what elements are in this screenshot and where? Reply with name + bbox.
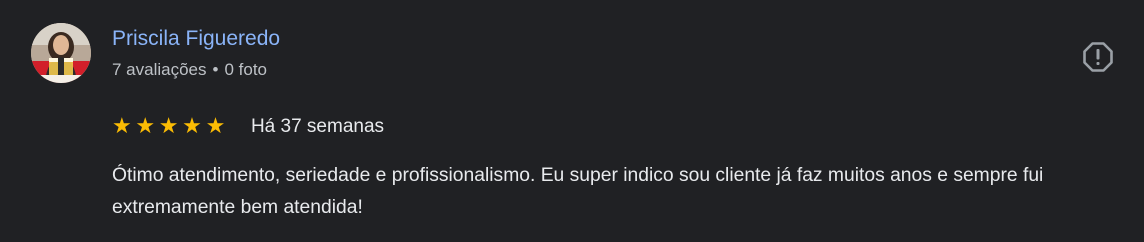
author-avatar[interactable] (31, 23, 91, 83)
avatar-photo (31, 23, 91, 83)
author-name[interactable]: Priscila Figueredo (112, 27, 280, 51)
review-text: Ótimo atendimento, seriedade e profissio… (112, 165, 1044, 218)
review-date: Há 37 semanas (250, 116, 385, 137)
photos-count: 0 foto (224, 60, 268, 79)
reviews-count: 7 avaliações (112, 60, 207, 79)
review-card: Priscila Figueredo 7 avaliações • 0 foto ★… (0, 0, 1144, 242)
report-octagon-icon (1083, 42, 1113, 72)
star-rating: ★ ★ ★ ★ ★ (112, 116, 229, 138)
star-icon: ★ (135, 114, 156, 139)
meta-separator: • (212, 60, 219, 79)
star-icon: ★ (205, 114, 226, 139)
report-icon[interactable] (1082, 41, 1114, 73)
star-icon: ★ (158, 114, 179, 139)
star-icon: ★ (182, 114, 202, 139)
star-icon: ★ (112, 114, 132, 139)
rating-row: ★ ★ ★ ★ ★ Há 37 semanas (112, 114, 384, 140)
author-meta: 7 avaliações • 0 foto (112, 60, 267, 80)
